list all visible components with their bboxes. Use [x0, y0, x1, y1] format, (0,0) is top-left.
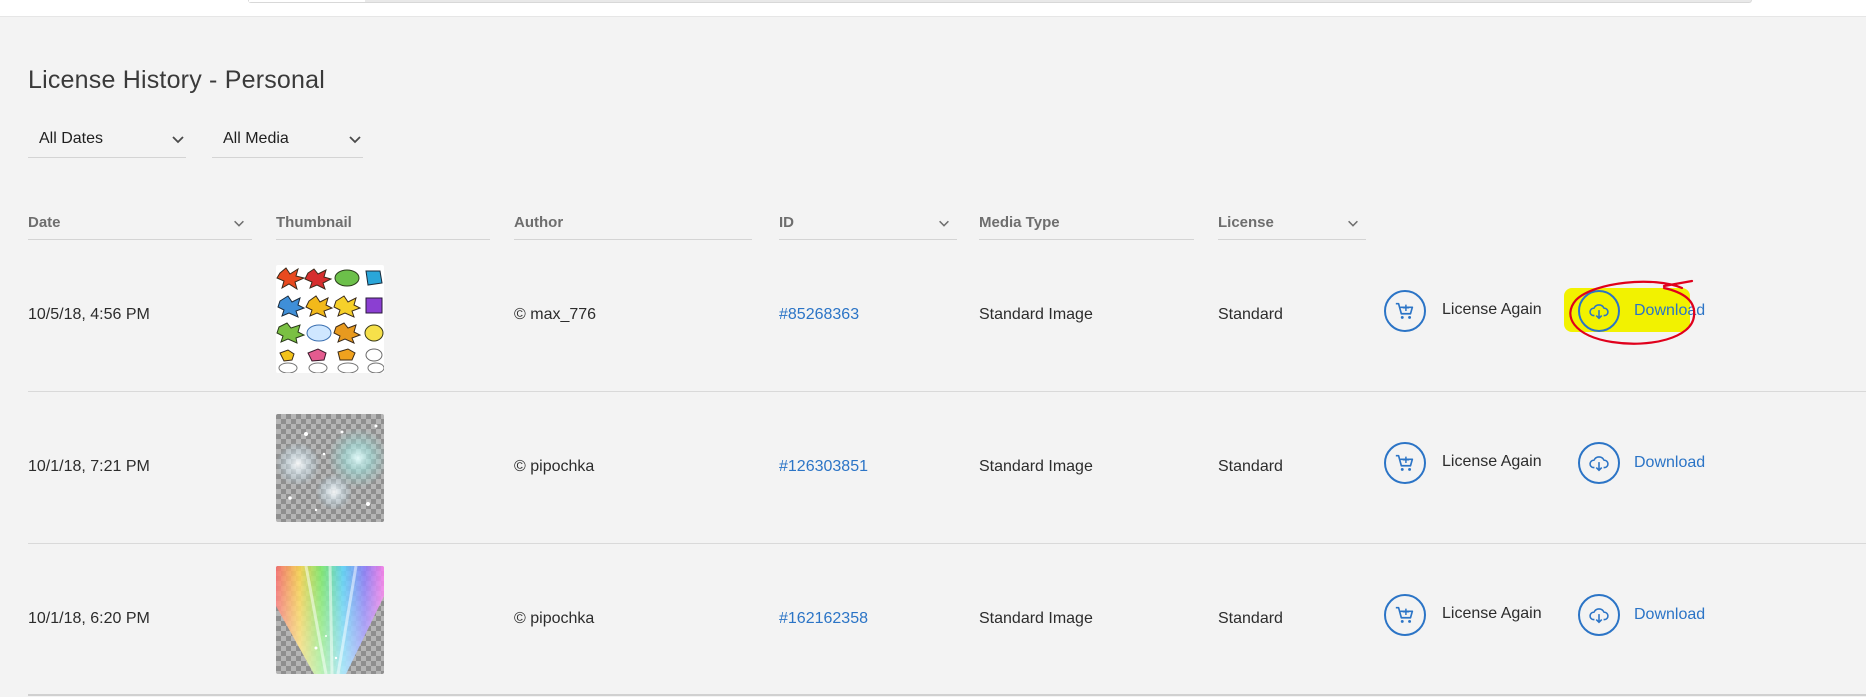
- chevron-down-icon: [1348, 220, 1358, 227]
- download-label[interactable]: Download: [1634, 454, 1705, 472]
- row-thumbnail[interactable]: [276, 265, 384, 373]
- column-header-id[interactable]: ID: [779, 205, 957, 240]
- rainbow-light-rays-thumbnail: [276, 566, 384, 674]
- column-header-author: Author: [514, 205, 752, 240]
- row-id-link[interactable]: #85268363: [779, 306, 859, 324]
- cloud-download-icon: [1589, 304, 1609, 320]
- date-filter-label: All Dates: [39, 129, 104, 147]
- media-filter-label: All Media: [223, 129, 289, 147]
- license-again-label[interactable]: License Again: [1442, 453, 1542, 471]
- column-header-media-type-label: Media Type: [979, 213, 1060, 231]
- column-header-media-type: Media Type: [979, 205, 1194, 240]
- table-row: 10/1/18, 6:20 PM © pipochka #162162358 S…: [28, 544, 1866, 696]
- download-button[interactable]: [1578, 290, 1620, 332]
- license-again-button[interactable]: [1384, 442, 1426, 484]
- cloud-download-icon: [1589, 608, 1609, 624]
- row-author: © pipochka: [514, 610, 595, 627]
- column-header-license-label: License: [1218, 213, 1274, 231]
- row-author: © pipochka: [514, 458, 595, 475]
- row-license: Standard: [1218, 458, 1283, 475]
- row-date: 10/5/18, 4:56 PM: [28, 306, 150, 323]
- row-thumbnail[interactable]: [276, 414, 384, 522]
- column-header-date-label: Date: [28, 213, 61, 231]
- download-button[interactable]: [1578, 594, 1620, 636]
- column-header-thumbnail-label: Thumbnail: [276, 213, 352, 231]
- cart-plus-icon: [1395, 302, 1414, 319]
- column-header-date[interactable]: Date: [28, 205, 252, 240]
- row-license: Standard: [1218, 610, 1283, 627]
- row-thumbnail[interactable]: [276, 566, 384, 674]
- row-media-type: Standard Image: [979, 306, 1093, 323]
- download-label[interactable]: Download: [1634, 302, 1705, 320]
- cart-plus-icon: [1395, 454, 1414, 471]
- page-title: License History - Personal: [28, 66, 325, 94]
- row-author: © max_776: [514, 306, 597, 323]
- row-media-type: Standard Image: [979, 610, 1093, 627]
- download-button[interactable]: [1578, 442, 1620, 484]
- license-again-label[interactable]: License Again: [1442, 301, 1542, 319]
- top-bar: [0, 0, 1866, 17]
- row-id-link[interactable]: #162162358: [779, 610, 868, 628]
- cloud-download-icon: [1589, 456, 1609, 472]
- chevron-down-icon: [234, 220, 244, 227]
- search-bar[interactable]: [248, 0, 1752, 3]
- row-license: Standard: [1218, 306, 1283, 323]
- comic-speech-bubbles-thumbnail: [276, 267, 384, 373]
- table-row: 10/5/18, 4:56 PM © max_776 #85268363 Sta…: [28, 240, 1866, 392]
- sparkle-bokeh-thumbnail: [276, 424, 384, 512]
- chevron-down-icon: [939, 220, 949, 227]
- column-header-license[interactable]: License: [1218, 205, 1366, 240]
- row-media-type: Standard Image: [979, 458, 1093, 475]
- license-again-button[interactable]: [1384, 290, 1426, 332]
- column-header-id-label: ID: [779, 213, 794, 231]
- row-date: 10/1/18, 6:20 PM: [28, 610, 150, 627]
- row-date: 10/1/18, 7:21 PM: [28, 458, 150, 475]
- license-again-label[interactable]: License Again: [1442, 605, 1542, 623]
- cart-plus-icon: [1395, 606, 1414, 623]
- media-filter-dropdown[interactable]: All Media: [212, 120, 363, 158]
- search-bar-segment: [249, 0, 365, 2]
- license-again-button[interactable]: [1384, 594, 1426, 636]
- column-header-author-label: Author: [514, 213, 564, 231]
- table-row: 10/1/18, 7:21 PM © pipochka #126303851 S…: [28, 392, 1866, 544]
- chevron-down-icon: [349, 136, 361, 144]
- chevron-down-icon: [172, 136, 184, 144]
- download-label[interactable]: Download: [1634, 606, 1705, 624]
- column-header-thumbnail: Thumbnail: [276, 205, 490, 240]
- date-filter-dropdown[interactable]: All Dates: [28, 120, 186, 158]
- row-id-link[interactable]: #126303851: [779, 458, 868, 476]
